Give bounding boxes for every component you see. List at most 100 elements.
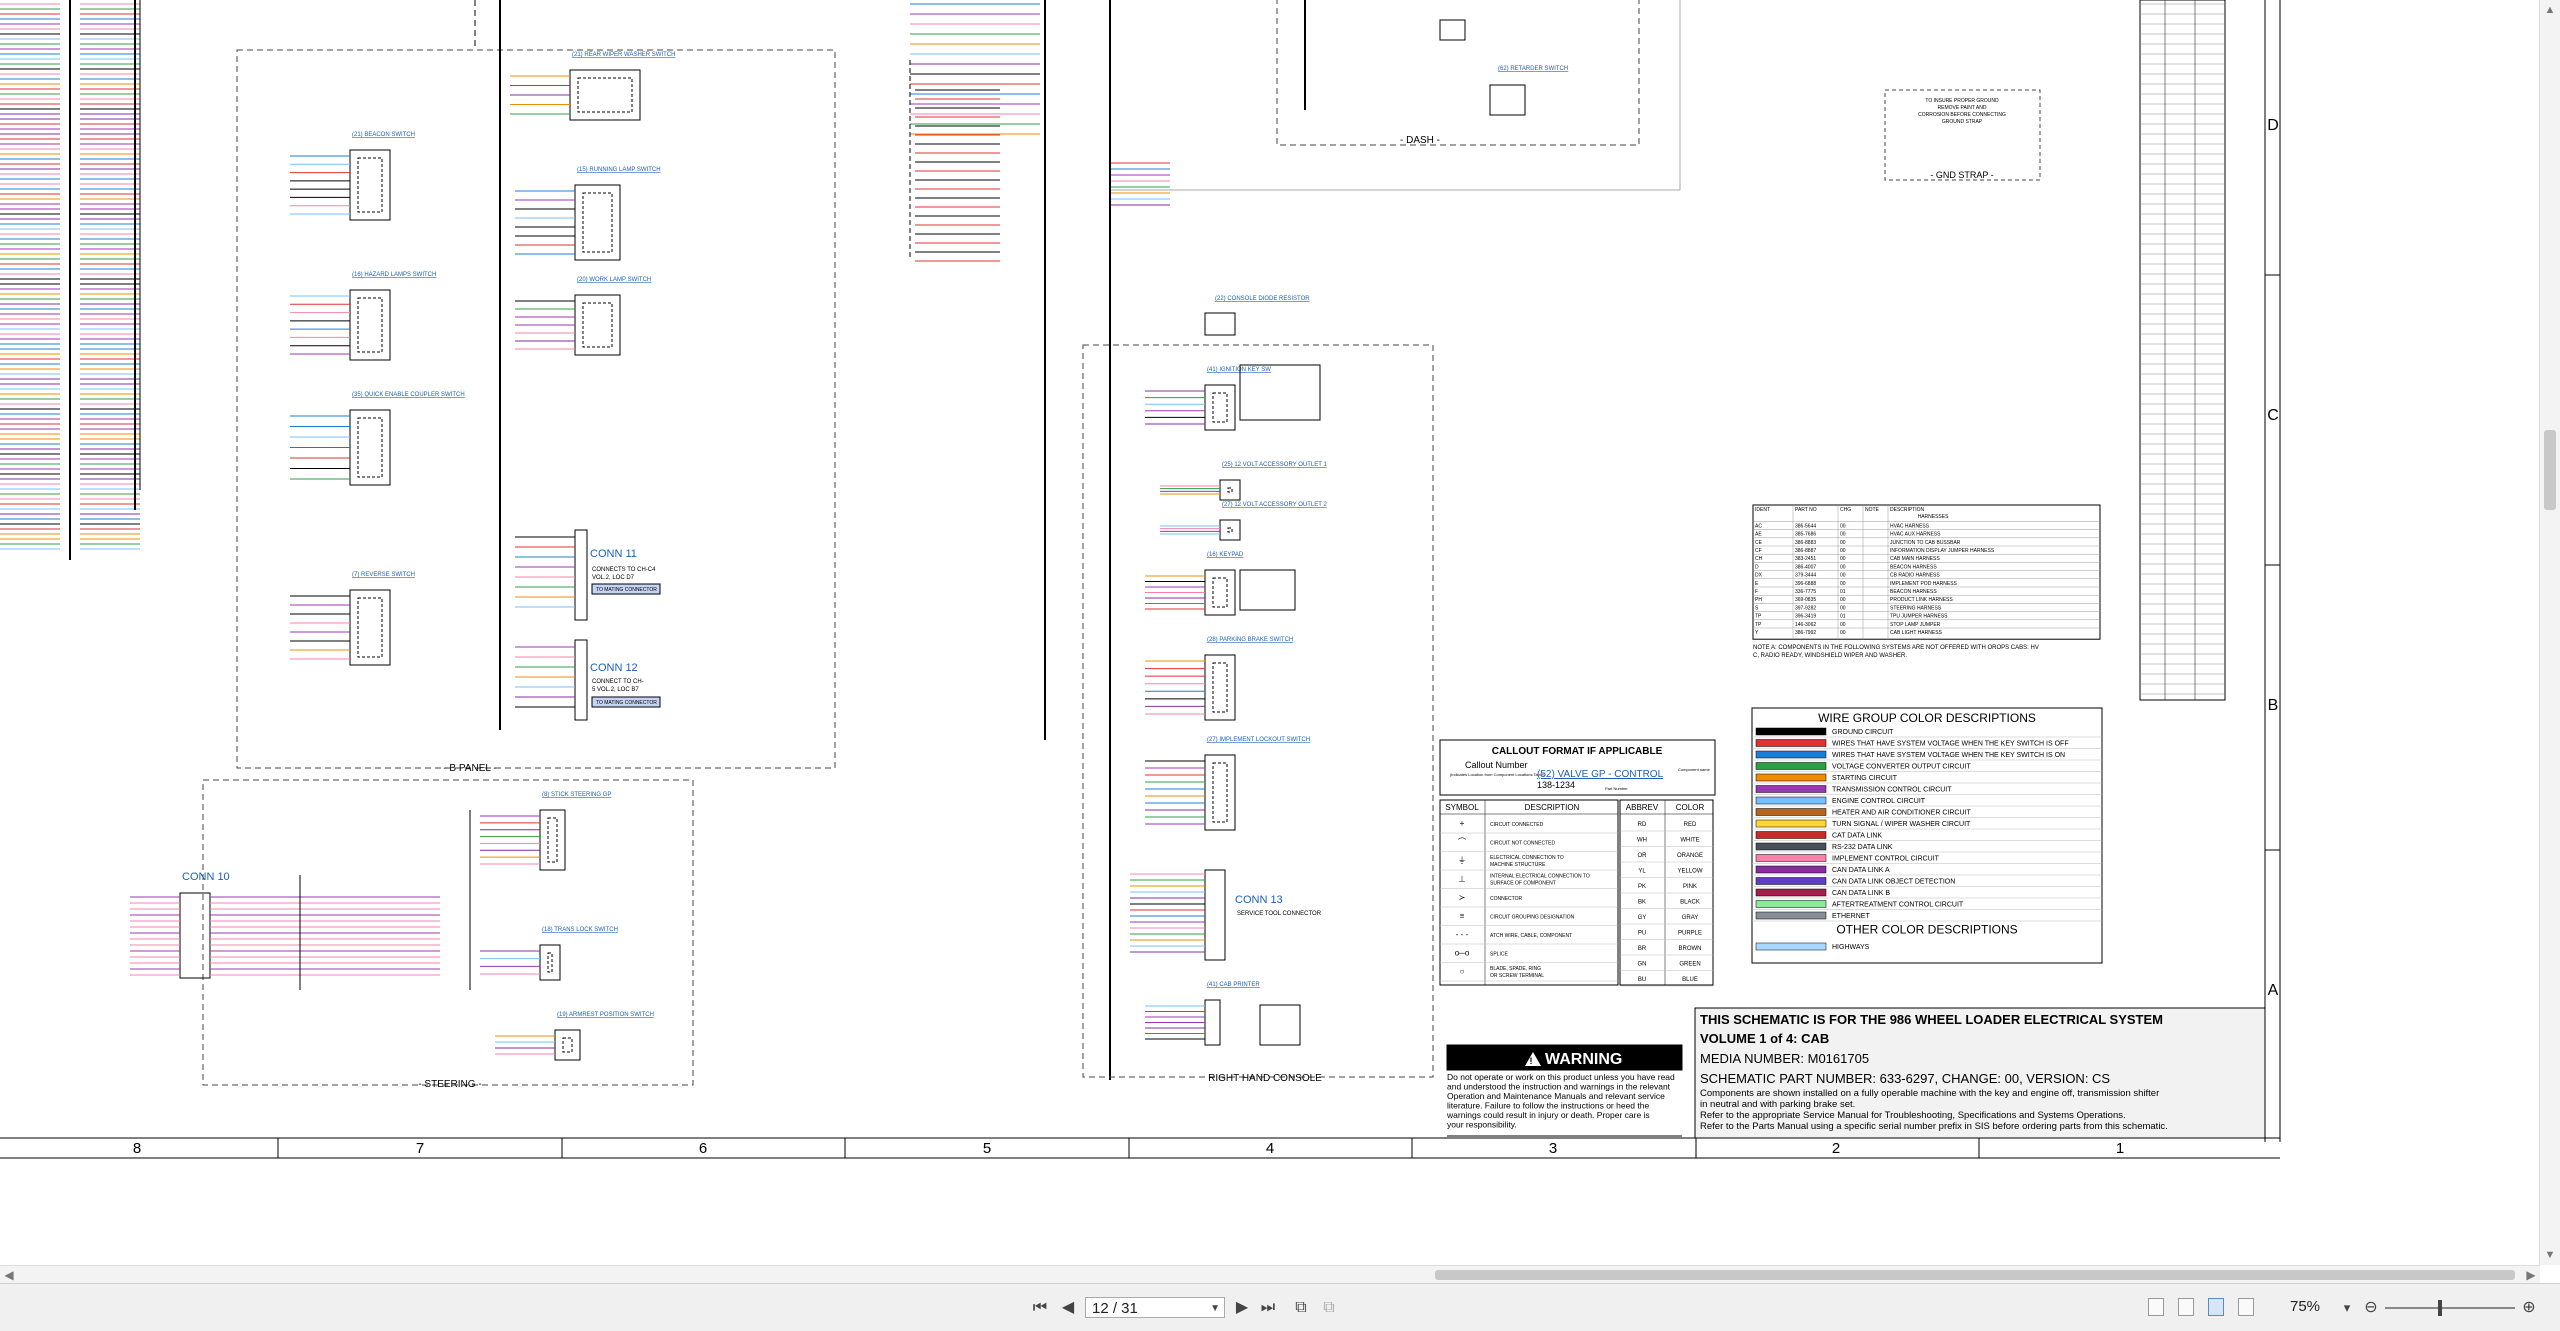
warning-text: and understood the instruction and warni… [1447, 1082, 1671, 1092]
conn13-note: SERVICE TOOL CONNECTOR [1237, 911, 1322, 917]
symbol-header: DESCRIPTION [1525, 803, 1580, 812]
wire-group-label: AFTERTREATMENT CONTROL CIRCUIT [1832, 902, 1964, 909]
wire-group-label: ETHERNET [1832, 913, 1870, 920]
color-cell: WHITE [1680, 838, 1699, 844]
symbol-description: CONNECTOR [1490, 896, 1523, 902]
warning-text: Do not operate or work on this product u… [1447, 1072, 1675, 1082]
chevron-down-icon[interactable]: ▼ [1210, 1298, 1220, 1319]
abbrev-header: ABBREV [1626, 803, 1659, 812]
harness-cell: 00 [1840, 540, 1846, 546]
gnd-strap-label: - GND STRAP - [1930, 170, 1993, 180]
other-color-title: OTHER COLOR DESCRIPTIONS [1836, 923, 2017, 937]
wire-color-swatch [1755, 911, 1827, 920]
scroll-right-icon[interactable]: ▶ [2522, 1266, 2540, 1284]
symbol-description: CIRCUIT CONNECTED [1490, 822, 1544, 828]
vertical-scrollbar[interactable]: ▲ ▼ [2539, 0, 2560, 1265]
switch-contacts [357, 597, 383, 658]
harness-cell: 336-7775 [1795, 589, 1816, 595]
symbol-glyph-icon: ⌒ [1458, 838, 1466, 847]
schematic-sheet: - B PANEL - (21) BEACON SWITCH (16) HAZARD… [0, 0, 2540, 1265]
symbol-header: SYMBOL [1445, 803, 1479, 812]
two-page-view-icon[interactable] [2208, 1298, 2224, 1316]
abbrev-cell: PK [1638, 884, 1646, 890]
scroll-down-icon[interactable]: ▼ [2540, 1245, 2560, 1265]
switch-contacts [582, 302, 613, 348]
horizontal-scroll-thumb[interactable] [1435, 1270, 2515, 1280]
symbol-glyph-icon: ○ [1460, 967, 1465, 976]
next-page-icon[interactable]: ▶ [1232, 1298, 1252, 1318]
to-mating-label: TO MATING CONNECTOR [596, 700, 657, 706]
switch-contacts [1227, 527, 1233, 533]
title-note: Refer to the Parts Manual using a specif… [1700, 1121, 2168, 1132]
prev-page-icon[interactable]: ◀ [1058, 1298, 1078, 1318]
wire-color-swatch [1755, 762, 1827, 770]
component-callout: (18) TRANS LOCK SWITCH [542, 927, 618, 933]
title-note: Refer to the appropriate Service Manual … [1700, 1110, 2126, 1121]
page-number-field[interactable]: 12 / 31 ▼ [1085, 1297, 1225, 1318]
zoom-menu-icon[interactable]: ▾ [2340, 1298, 2354, 1318]
last-page-icon[interactable]: ⏭ [1258, 1298, 1278, 1318]
harness-cell: 00 [1840, 573, 1846, 579]
harness-cell: CB RADIO HARNESS [1890, 573, 1940, 579]
harness-cell: 383-2451 [1795, 556, 1816, 562]
first-page-icon[interactable]: ⏮ [1030, 1298, 1050, 1318]
switch-body [349, 289, 391, 361]
conn13-title: CONN 13 [1235, 894, 1283, 906]
color-cell: ORANGE [1677, 853, 1703, 859]
wire-group-label: ENGINE CONTROL CIRCUIT [1832, 798, 1926, 805]
abbrev-cell: GN [1638, 962, 1647, 968]
gnd-strap-note: GROUND STRAP [1942, 119, 1983, 125]
color-cell: PINK [1683, 884, 1697, 890]
harness-cell: 00 [1840, 597, 1846, 603]
switch-body [1204, 654, 1236, 721]
fit-width-icon[interactable]: ⧉ [1318, 1298, 1340, 1318]
switch-body [349, 149, 391, 221]
harness-cell: 379-3444 [1795, 573, 1816, 579]
harness-cell: S [1755, 605, 1759, 611]
conn11-note: CONNECTS TO CH-C4 [592, 567, 656, 573]
title-line-2: VOLUME 1 of 4: CAB [1700, 1031, 1829, 1046]
symbol-description: MACHINE STRUCTURE [1490, 862, 1546, 868]
wire-group-label: CAN DATA LINK B [1832, 890, 1890, 897]
vertical-scroll-thumb[interactable] [2544, 430, 2556, 510]
zoom-slider-handle[interactable] [2438, 1300, 2442, 1316]
harness-cell: CF [1755, 548, 1762, 554]
horizontal-scrollbar[interactable]: ◀ ▶ [0, 1265, 2540, 1284]
color-header: COLOR [1676, 803, 1705, 812]
scroll-up-icon[interactable]: ▲ [2540, 0, 2560, 20]
conn12-note: 5 VOL.2, LOC B7 [592, 687, 639, 693]
callout-component-label: Component name [1678, 767, 1711, 772]
symbol-description: INTERNAL ELECTRICAL CONNECTION TO [1490, 874, 1590, 880]
symbol-description: CIRCUIT GROUPING DESIGNATION [1490, 915, 1575, 921]
callout-part-example: 138-1234 [1537, 780, 1575, 790]
schematic-part-number: SCHEMATIC PART NUMBER: 633-6297, CHANGE:… [1700, 1071, 2110, 1086]
wire-group-label: IMPLEMENT CONTROL CIRCUIT [1832, 856, 1940, 863]
warning-text: Operation and Maintenance Manuals and re… [1447, 1091, 1665, 1101]
right-hand-console-frame [1082, 344, 1434, 1078]
harness-cell: IMPLEMENT POD HARNESS [1890, 581, 1958, 587]
zoom-out-icon[interactable]: ⊖ [2362, 1298, 2380, 1318]
fit-page-icon[interactable]: ⧉ [1290, 1298, 1312, 1318]
other-color-swatch [1755, 942, 1827, 951]
switch-body [1219, 519, 1241, 541]
abbrev-cell: WH [1637, 838, 1647, 844]
right-hand-console-label: RIGHT HAND CONSOLE [1208, 1073, 1322, 1084]
scroll-view-icon[interactable] [2238, 1298, 2254, 1316]
wire-list-table [2139, 0, 2226, 701]
callout-title: CALLOUT FORMAT IF APPLICABLE [1492, 746, 1663, 757]
wire-group-label: WIRES THAT HAVE SYSTEM VOLTAGE WHEN THE … [1832, 741, 2069, 748]
switch-contacts [1212, 392, 1228, 423]
zoom-in-icon[interactable]: ⊕ [2520, 1298, 2538, 1318]
scroll-left-icon[interactable]: ◀ [0, 1266, 18, 1284]
abbrev-cell: BR [1638, 946, 1647, 952]
zoom-slider[interactable] [2385, 1307, 2515, 1309]
column-number: 2 [1832, 1140, 1840, 1157]
harness-cell: 386-8883 [1795, 540, 1816, 546]
single-page-view-icon[interactable] [2148, 1298, 2164, 1316]
harness-cell: HVAC AUX HARNESS [1890, 532, 1941, 538]
continuous-view-icon[interactable] [2178, 1298, 2194, 1316]
symbol-description: SPLICE [1490, 952, 1508, 958]
title-note: in neutral and with parking brake set. [1700, 1099, 1855, 1110]
column-number: 1 [2116, 1140, 2124, 1157]
symbol-glyph-icon: ≻ [1459, 893, 1466, 902]
